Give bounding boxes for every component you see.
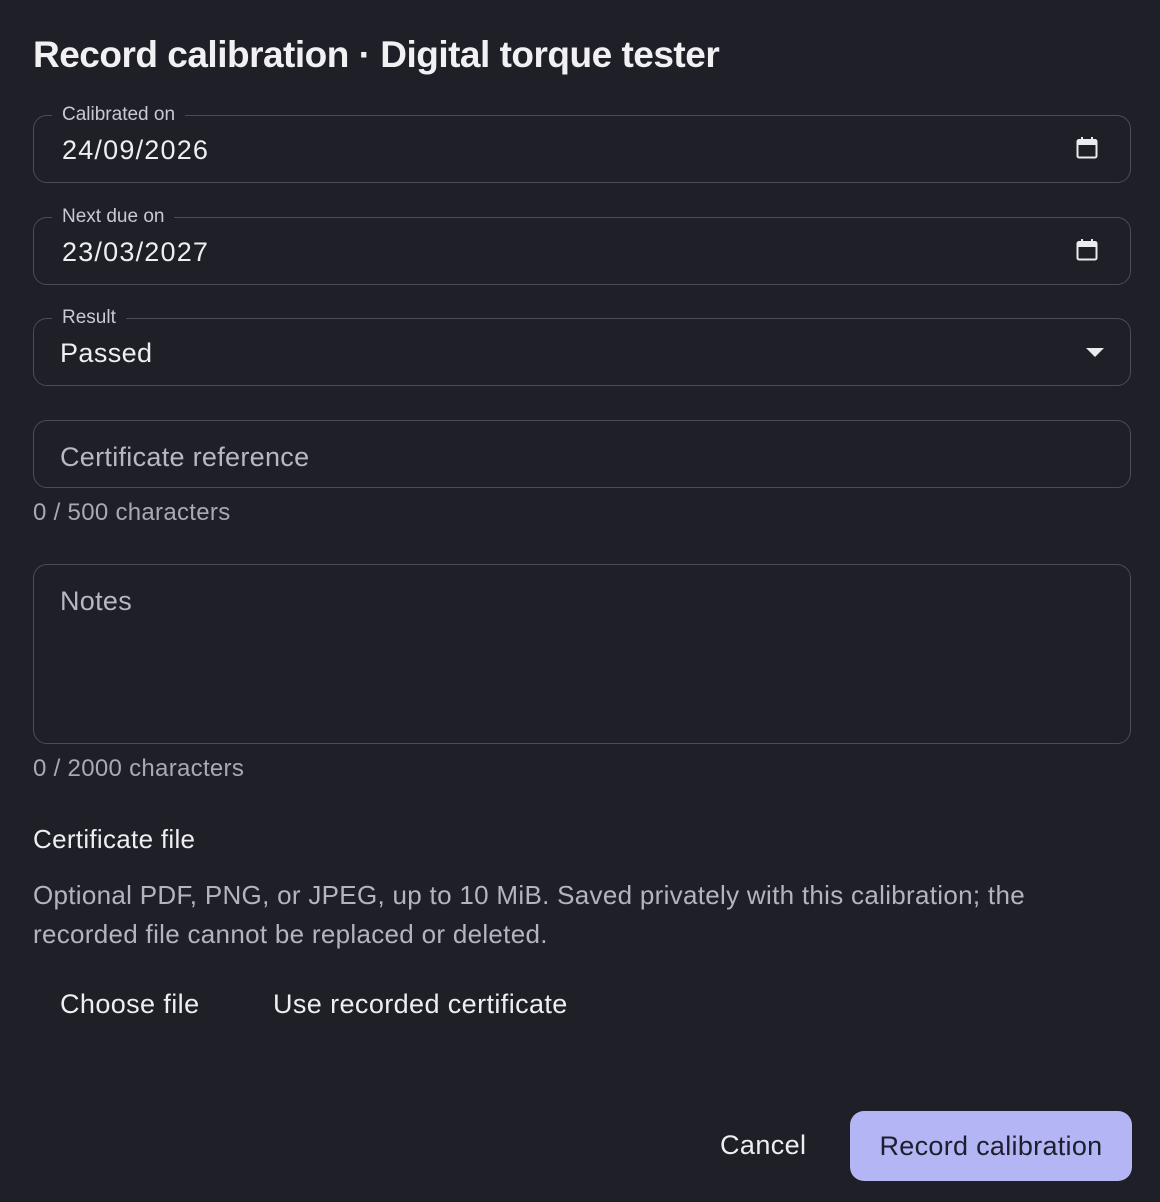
record-calibration-button[interactable]: Record calibration <box>850 1111 1132 1181</box>
notes-placeholder: Notes <box>60 586 133 616</box>
dialog-title: Record calibration · Digital torque test… <box>33 34 720 75</box>
use-recorded-certificate-button[interactable]: Use recorded certificate <box>273 989 568 1020</box>
result-select[interactable]: Result Passed <box>33 306 1131 386</box>
calendar-icon[interactable] <box>1076 137 1098 159</box>
calendar-icon[interactable] <box>1076 239 1098 261</box>
result-label: Result <box>52 306 126 330</box>
result-selected-value[interactable]: Passed <box>60 337 152 369</box>
calibrated-on-value[interactable]: 24/09/2026 <box>62 134 209 166</box>
record-calibration-dialog: Record calibration · Digital torque test… <box>0 0 1160 1202</box>
certificate-reference-placeholder: Certificate reference <box>60 442 310 472</box>
certificate-file-help: Optional PDF, PNG, or JPEG, up to 10 MiB… <box>33 880 1025 949</box>
choose-file-button[interactable]: Choose file <box>60 989 199 1020</box>
next-due-on-value[interactable]: 23/03/2027 <box>62 236 209 268</box>
certificate-reference-counter: 0 / 500 characters <box>33 499 231 526</box>
cancel-button[interactable]: Cancel <box>720 1130 806 1161</box>
calibrated-on-label: Calibrated on <box>52 103 186 127</box>
notes-counter: 0 / 2000 characters <box>33 755 245 782</box>
notes-textarea[interactable]: Notes <box>33 564 1131 744</box>
calibrated-on-field[interactable]: Calibrated on 24/09/2026 <box>33 103 1131 183</box>
certificate-reference-input[interactable]: Certificate reference <box>33 420 1131 488</box>
next-due-on-field[interactable]: Next due on 23/03/2027 <box>33 205 1131 285</box>
certificate-file-label: Certificate file <box>33 824 196 854</box>
next-due-on-label: Next due on <box>52 205 175 229</box>
caret-down-icon[interactable] <box>1086 348 1104 357</box>
